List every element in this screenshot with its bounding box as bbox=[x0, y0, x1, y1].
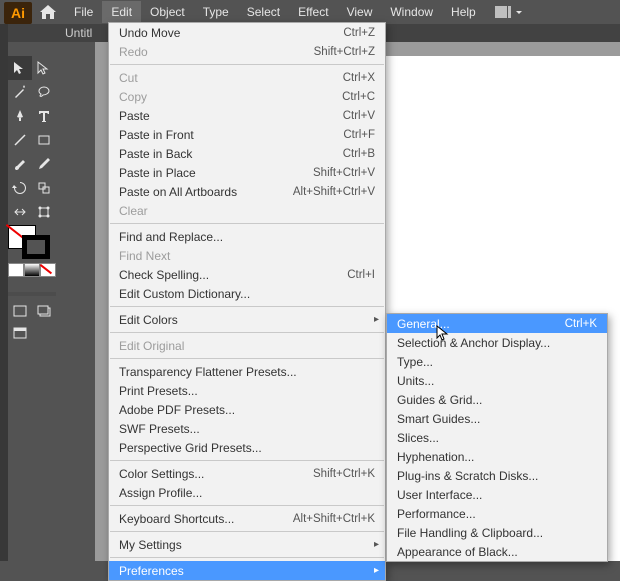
menu-item-undo-move[interactable]: Undo MoveCtrl+Z bbox=[109, 23, 385, 42]
menu-type[interactable]: Type bbox=[194, 1, 238, 23]
menu-item-copy: CopyCtrl+C bbox=[109, 87, 385, 106]
menu-item-my-settings[interactable]: My Settings▸ bbox=[109, 535, 385, 554]
menu-separator bbox=[110, 505, 384, 506]
menu-item-print-presets[interactable]: Print Presets... bbox=[109, 381, 385, 400]
document-tab[interactable]: Untitl bbox=[65, 26, 92, 40]
toolbox-divider bbox=[8, 292, 56, 296]
stroke-swatch[interactable] bbox=[22, 235, 50, 259]
menu-file[interactable]: File bbox=[65, 1, 102, 23]
menu-item-redo: RedoShift+Ctrl+Z bbox=[109, 42, 385, 61]
menu-separator bbox=[110, 460, 384, 461]
type-tool[interactable] bbox=[32, 104, 56, 128]
app-icon: Ai bbox=[4, 2, 32, 24]
menu-item-transparency-flattener-presets[interactable]: Transparency Flattener Presets... bbox=[109, 362, 385, 381]
menu-object[interactable]: Object bbox=[141, 1, 194, 23]
menu-select[interactable]: Select bbox=[238, 1, 289, 23]
menu-item-edit-original: Edit Original bbox=[109, 336, 385, 355]
menu-item-find-and-replace[interactable]: Find and Replace... bbox=[109, 227, 385, 246]
scale-tool[interactable] bbox=[32, 176, 56, 200]
pencil-tool[interactable] bbox=[32, 152, 56, 176]
menu-separator bbox=[110, 306, 384, 307]
pref-item-user-interface[interactable]: User Interface... bbox=[387, 485, 607, 504]
home-icon[interactable] bbox=[38, 3, 58, 21]
screen-mode-icon[interactable] bbox=[8, 322, 32, 344]
menu-item-keyboard-shortcuts[interactable]: Keyboard Shortcuts...Alt+Shift+Ctrl+K bbox=[109, 509, 385, 528]
menu-item-preferences[interactable]: Preferences▸ bbox=[109, 561, 385, 580]
toolbox bbox=[8, 56, 56, 224]
draw-behind-icon[interactable] bbox=[32, 300, 56, 322]
menu-item-paste-in-front[interactable]: Paste in FrontCtrl+F bbox=[109, 125, 385, 144]
menu-separator bbox=[110, 531, 384, 532]
pref-item-plug-ins-scratch-disks[interactable]: Plug-ins & Scratch Disks... bbox=[387, 466, 607, 485]
pref-item-appearance-of-black[interactable]: Appearance of Black... bbox=[387, 542, 607, 561]
pref-item-units[interactable]: Units... bbox=[387, 371, 607, 390]
paintbrush-tool[interactable] bbox=[8, 152, 32, 176]
menubar: FileEditObjectTypeSelectEffectViewWindow… bbox=[0, 0, 620, 24]
menu-item-paste-in-back[interactable]: Paste in BackCtrl+B bbox=[109, 144, 385, 163]
menu-item-check-spelling[interactable]: Check Spelling...Ctrl+I bbox=[109, 265, 385, 284]
menu-item-swf-presets[interactable]: SWF Presets... bbox=[109, 419, 385, 438]
submenu-arrow-icon: ▸ bbox=[374, 539, 379, 550]
menu-item-find-next: Find Next bbox=[109, 246, 385, 265]
menu-edit[interactable]: Edit bbox=[102, 1, 141, 23]
menu-separator bbox=[110, 223, 384, 224]
panel-strip bbox=[0, 24, 8, 561]
menu-item-edit-colors[interactable]: Edit Colors▸ bbox=[109, 310, 385, 329]
pref-item-file-handling-clipboard[interactable]: File Handling & Clipboard... bbox=[387, 523, 607, 542]
submenu-arrow-icon: ▸ bbox=[374, 314, 379, 325]
menu-item-perspective-grid-presets[interactable]: Perspective Grid Presets... bbox=[109, 438, 385, 457]
menu-item-paste-in-place[interactable]: Paste in PlaceShift+Ctrl+V bbox=[109, 163, 385, 182]
menu-item-cut: CutCtrl+X bbox=[109, 68, 385, 87]
menu-item-assign-profile[interactable]: Assign Profile... bbox=[109, 483, 385, 502]
draw-normal-icon[interactable] bbox=[8, 300, 32, 322]
menu-item-paste-on-all-artboards[interactable]: Paste on All ArtboardsAlt+Shift+Ctrl+V bbox=[109, 182, 385, 201]
selection-tool[interactable] bbox=[8, 56, 32, 80]
pref-item-general[interactable]: General...Ctrl+K bbox=[387, 314, 607, 333]
menu-separator bbox=[110, 557, 384, 558]
color-mode-icon[interactable] bbox=[8, 263, 24, 277]
menu-item-paste[interactable]: PasteCtrl+V bbox=[109, 106, 385, 125]
submenu-arrow-icon: ▸ bbox=[374, 565, 379, 576]
menu-item-clear: Clear bbox=[109, 201, 385, 220]
menu-help[interactable]: Help bbox=[442, 1, 485, 23]
menu-view[interactable]: View bbox=[338, 1, 382, 23]
line-segment-tool[interactable] bbox=[8, 128, 32, 152]
workspace-layout-icon[interactable] bbox=[495, 6, 523, 18]
rotate-tool[interactable] bbox=[8, 176, 32, 200]
pref-item-smart-guides[interactable]: Smart Guides... bbox=[387, 409, 607, 428]
draw-modes bbox=[8, 300, 56, 344]
none-mode-icon[interactable] bbox=[40, 263, 56, 277]
pref-item-hyphenation[interactable]: Hyphenation... bbox=[387, 447, 607, 466]
menu-window[interactable]: Window bbox=[381, 1, 442, 23]
pref-item-guides-grid[interactable]: Guides & Grid... bbox=[387, 390, 607, 409]
pref-item-selection-anchor-display[interactable]: Selection & Anchor Display... bbox=[387, 333, 607, 352]
pref-item-performance[interactable]: Performance... bbox=[387, 504, 607, 523]
lasso-tool[interactable] bbox=[32, 80, 56, 104]
edit-menu-dropdown: Undo MoveCtrl+ZRedoShift+Ctrl+Z CutCtrl+X… bbox=[108, 22, 386, 581]
pref-item-slices[interactable]: Slices... bbox=[387, 428, 607, 447]
menu-separator bbox=[110, 64, 384, 65]
menu-item-color-settings[interactable]: Color Settings...Shift+Ctrl+K bbox=[109, 464, 385, 483]
magic-wand-tool[interactable] bbox=[8, 80, 32, 104]
menu-separator bbox=[110, 332, 384, 333]
swatches-panel bbox=[8, 225, 56, 277]
free-transform-tool[interactable] bbox=[32, 200, 56, 224]
direct-selection-tool[interactable] bbox=[32, 56, 56, 80]
pref-item-type[interactable]: Type... bbox=[387, 352, 607, 371]
preferences-submenu: General...Ctrl+KSelection & Anchor Displ… bbox=[386, 313, 608, 562]
menu-item-edit-custom-dictionary[interactable]: Edit Custom Dictionary... bbox=[109, 284, 385, 303]
menu-effect[interactable]: Effect bbox=[289, 1, 337, 23]
pen-tool[interactable] bbox=[8, 104, 32, 128]
menu-separator bbox=[110, 358, 384, 359]
rectangle-tool[interactable] bbox=[32, 128, 56, 152]
menu-item-adobe-pdf-presets[interactable]: Adobe PDF Presets... bbox=[109, 400, 385, 419]
width-tool[interactable] bbox=[8, 200, 32, 224]
